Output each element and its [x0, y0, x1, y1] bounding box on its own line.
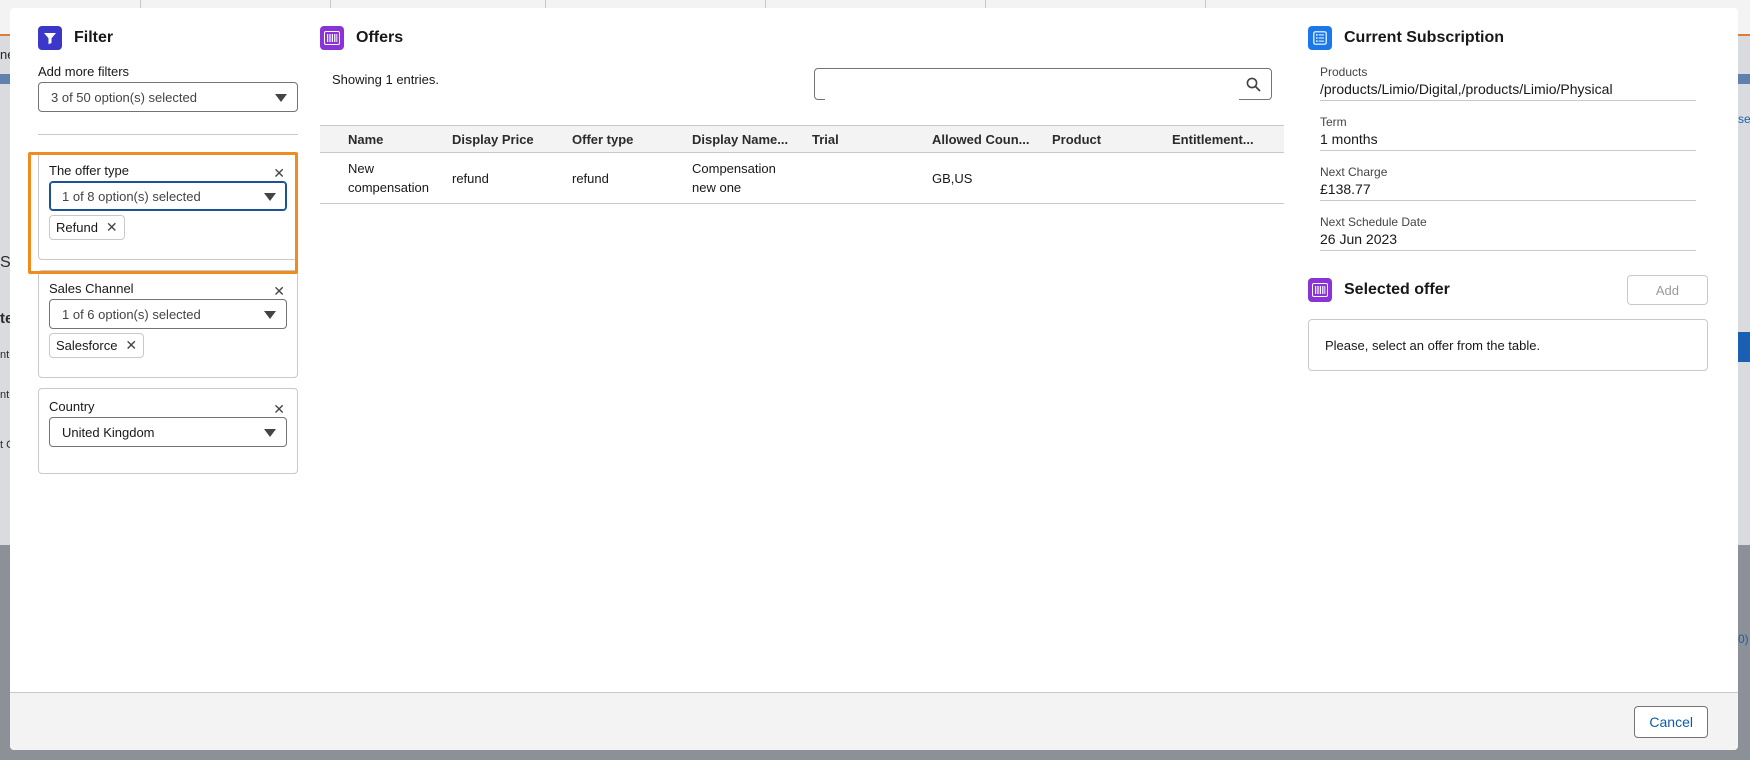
table-header-row: Name Display Price Offer type Display Na…: [320, 125, 1284, 153]
background-text: se: [1738, 112, 1750, 126]
background-text: 0): [1738, 632, 1749, 646]
add-more-filters-combobox[interactable]: 3 of 50 option(s) selected: [38, 82, 298, 112]
modal-footer: Cancel: [10, 692, 1738, 750]
table-row[interactable]: New compensation refund refund Compensat…: [320, 152, 1284, 204]
add-more-filters-label: Add more filters: [38, 64, 130, 79]
offers-panel: Offers Showing 1 entries. Name Display P…: [320, 26, 1296, 204]
entries-count: Showing 1 entries.: [332, 72, 439, 87]
filter-title: Filter: [74, 29, 114, 46]
barcode-icon: [1308, 278, 1332, 302]
cancel-button[interactable]: Cancel: [1634, 706, 1708, 738]
chevron-down-icon: [264, 193, 276, 201]
sales-channel-pill: Salesforce ✕: [49, 333, 145, 358]
offers-header: Offers: [320, 26, 1296, 50]
column-header-trial[interactable]: Trial: [808, 125, 928, 153]
barcode-icon: [320, 26, 344, 50]
offer-type-pill: Refund ✕: [49, 215, 125, 240]
offers-table: Name Display Price Offer type Display Na…: [320, 125, 1284, 204]
selected-offer-empty-state: Please, select an offer from the table.: [1308, 319, 1708, 371]
selected-offer-title: Selected offer: [1344, 281, 1450, 298]
country-label: Country: [49, 399, 95, 414]
cell-display-name: Compensation new one: [688, 152, 808, 204]
filter-icon: [38, 26, 62, 50]
filter-header: Filter: [38, 26, 298, 50]
column-header-display-price[interactable]: Display Price: [448, 125, 568, 153]
selected-offer-header: Selected offer: [1308, 278, 1450, 302]
chevron-down-icon: [264, 311, 276, 319]
chevron-down-icon: [275, 94, 287, 102]
subscription-header: Current Subscription: [1308, 26, 1708, 50]
remove-pill-icon[interactable]: ✕: [125, 337, 137, 354]
cell-allowed-countries: GB,US: [928, 152, 1048, 204]
chevron-down-icon: [264, 429, 276, 437]
background-button: [1736, 332, 1750, 362]
cell-trial: [808, 152, 928, 204]
remove-country-filter-icon[interactable]: ✕: [273, 402, 285, 416]
remove-pill-icon[interactable]: ✕: [106, 219, 118, 236]
selected-offer-header-row: Selected offer Add: [1308, 275, 1708, 305]
sales-channel-label: Sales Channel: [49, 281, 134, 296]
sales-channel-pill-label: Salesforce: [56, 338, 118, 353]
offer-type-combobox[interactable]: 1 of 8 option(s) selected: [49, 181, 287, 211]
search-icon[interactable]: [1246, 77, 1261, 97]
remove-sales-channel-filter-icon[interactable]: ✕: [273, 284, 285, 298]
offers-search-input[interactable]: [825, 70, 1239, 100]
cell-product: [1048, 152, 1168, 204]
filter-card-country: Country ✕ United Kingdom: [38, 388, 298, 474]
remove-offer-type-filter-icon[interactable]: ✕: [273, 166, 285, 180]
column-header-entitlements[interactable]: Entitlement...: [1168, 125, 1284, 153]
offer-selection-modal: Filter Add more filters 3 of 50 option(s…: [10, 8, 1738, 750]
cell-display-price: refund: [448, 152, 568, 204]
offers-title: Offers: [356, 29, 404, 46]
column-header-display-name[interactable]: Display Name...: [688, 125, 808, 153]
filter-panel: Filter Add more filters 3 of 50 option(s…: [38, 26, 298, 474]
sales-channel-combobox[interactable]: 1 of 6 option(s) selected: [49, 299, 287, 329]
subscription-panel: Current Subscription Products /products/…: [1308, 26, 1708, 371]
cell-name: New compensation: [344, 152, 448, 204]
sales-channel-value: 1 of 6 option(s) selected: [62, 306, 201, 322]
column-header-offer-type[interactable]: Offer type: [568, 125, 688, 153]
country-value: United Kingdom: [62, 424, 155, 440]
filter-card-sales-channel: Sales Channel ✕ 1 of 6 option(s) selecte…: [38, 270, 298, 378]
field-term: Term 1 months: [1320, 115, 1696, 151]
filter-divider: [38, 134, 298, 135]
add-offer-button[interactable]: Add: [1626, 275, 1708, 305]
subscription-icon: [1308, 26, 1332, 50]
offer-type-pill-label: Refund: [56, 220, 98, 235]
filter-card-offer-type: The offer type ✕ 1 of 8 option(s) select…: [38, 152, 298, 260]
add-more-filters-value: 3 of 50 option(s) selected: [51, 89, 197, 105]
column-header-allowed-countries[interactable]: Allowed Coun...: [928, 125, 1048, 153]
field-products: Products /products/Limio/Digital,/produc…: [1320, 65, 1696, 101]
field-next-charge: Next Charge £138.77: [1320, 165, 1696, 201]
column-header-product[interactable]: Product: [1048, 125, 1168, 153]
subscription-title: Current Subscription: [1344, 29, 1505, 46]
background-text: nt: [0, 349, 10, 361]
offer-type-label: The offer type: [49, 163, 129, 178]
cell-offer-type: refund: [568, 152, 688, 204]
cell-entitlements: [1168, 152, 1284, 204]
background-text: nt: [0, 389, 10, 401]
field-next-schedule-date: Next Schedule Date 26 Jun 2023: [1320, 215, 1696, 251]
column-header-name[interactable]: Name: [344, 125, 448, 153]
offer-type-value: 1 of 8 option(s) selected: [62, 188, 201, 204]
offers-search: [814, 68, 1272, 100]
country-combobox[interactable]: United Kingdom: [49, 417, 287, 447]
